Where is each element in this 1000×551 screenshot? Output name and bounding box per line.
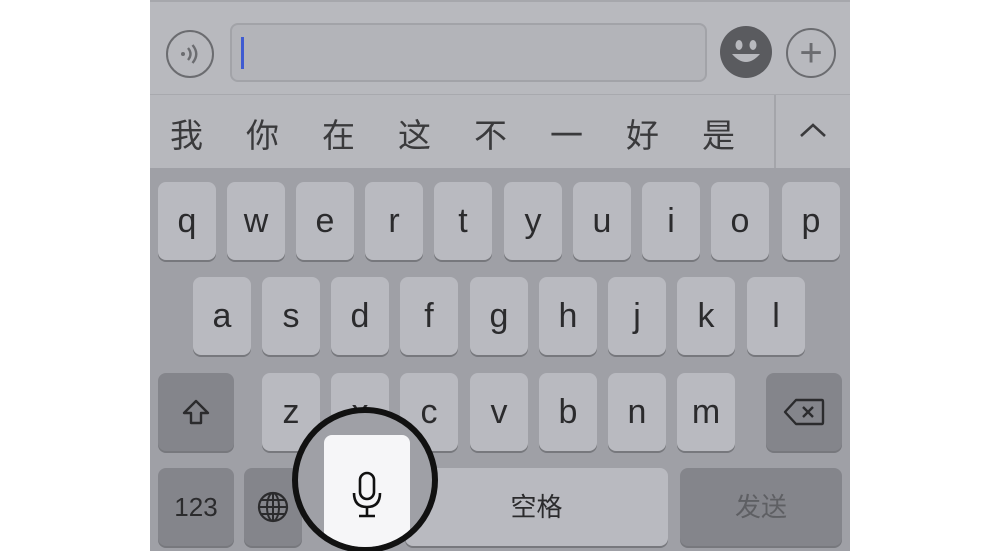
voice-wave-icon (181, 44, 198, 64)
key-q[interactable]: q (158, 182, 216, 260)
candidate-item[interactable]: 在 (322, 109, 355, 157)
key-label: 空格 (510, 492, 563, 522)
chat-input-bar: + (150, 0, 850, 94)
delete-icon (783, 398, 825, 426)
key-v[interactable]: v (470, 373, 528, 451)
shift-key[interactable] (158, 373, 234, 451)
key-u[interactable]: u (573, 182, 631, 260)
microphone-key[interactable] (324, 435, 410, 547)
candidate-item[interactable]: 这 (398, 109, 431, 157)
delete-key[interactable] (766, 373, 842, 451)
key-label: m (691, 393, 721, 431)
key-label: c (420, 393, 438, 431)
key-label: k (697, 297, 715, 335)
key-h[interactable]: h (539, 277, 597, 355)
globe-icon (257, 491, 289, 523)
key-label: n (627, 393, 647, 431)
key-g[interactable]: g (470, 277, 528, 355)
candidate-item[interactable]: 是 (702, 109, 735, 157)
add-attachment-button[interactable]: + (786, 28, 836, 78)
key-label: p (801, 202, 821, 240)
key-label: r (388, 202, 400, 240)
magnifier-highlight (292, 407, 438, 551)
key-label: h (558, 297, 578, 335)
ios-keyboard-screen: + 我 你 在 这 不 一 好 是 q w e r t y u i o p a … (150, 0, 850, 551)
key-w[interactable]: w (227, 182, 285, 260)
text-caret (241, 37, 244, 69)
key-i[interactable]: i (642, 182, 700, 260)
key-n[interactable]: n (608, 373, 666, 451)
key-o[interactable]: o (711, 182, 769, 260)
candidate-bar: 我 你 在 这 不 一 好 是 (150, 94, 850, 169)
plus-icon: + (799, 31, 823, 75)
key-label: i (667, 202, 675, 240)
key-label: q (177, 202, 197, 240)
key-e[interactable]: e (296, 182, 354, 260)
candidate-item[interactable]: 不 (474, 109, 507, 157)
voice-input-button[interactable] (166, 30, 214, 78)
key-label: a (212, 297, 232, 335)
key-m[interactable]: m (677, 373, 735, 451)
key-label: v (490, 393, 508, 431)
numbers-key[interactable]: 123 (158, 468, 234, 546)
key-label: s (282, 297, 300, 335)
candidate-item[interactable]: 你 (246, 109, 279, 157)
key-f[interactable]: f (400, 277, 458, 355)
key-label: l (772, 297, 780, 335)
key-k[interactable]: k (677, 277, 735, 355)
key-label: e (315, 202, 335, 240)
key-label: y (524, 202, 542, 240)
key-label: z (282, 393, 300, 431)
key-s[interactable]: s (262, 277, 320, 355)
key-p[interactable]: p (782, 182, 840, 260)
emoji-button[interactable] (720, 26, 772, 78)
key-l[interactable]: l (747, 277, 805, 355)
key-label: f (424, 297, 434, 335)
key-label: g (489, 297, 509, 335)
key-d[interactable]: d (331, 277, 389, 355)
expand-candidates-button[interactable] (790, 107, 836, 153)
key-label: d (350, 297, 370, 335)
keyboard: q w e r t y u i o p a s d f g h j k l z … (150, 168, 850, 551)
microphone-icon (352, 471, 382, 518)
key-label: u (592, 202, 612, 240)
key-t[interactable]: t (434, 182, 492, 260)
key-label: j (633, 297, 641, 335)
shift-icon (182, 399, 210, 425)
key-y[interactable]: y (504, 182, 562, 260)
key-label: 发送 (734, 492, 787, 522)
key-label: t (458, 202, 468, 240)
key-label: o (730, 202, 750, 240)
message-text-field[interactable] (230, 23, 707, 82)
candidate-item[interactable]: 好 (626, 109, 659, 157)
candidate-divider (774, 95, 776, 169)
candidate-item[interactable]: 一 (550, 109, 583, 157)
chevron-up-icon (800, 123, 826, 137)
candidate-item[interactable]: 我 (170, 109, 203, 157)
key-label: 123 (174, 492, 218, 522)
key-a[interactable]: a (193, 277, 251, 355)
key-b[interactable]: b (539, 373, 597, 451)
send-key[interactable]: 发送 (680, 468, 842, 546)
key-r[interactable]: r (365, 182, 423, 260)
emoji-face-icon (721, 27, 771, 77)
key-label: w (243, 202, 269, 240)
key-j[interactable]: j (608, 277, 666, 355)
key-label: b (558, 393, 578, 431)
space-key[interactable]: 空格 (405, 468, 668, 546)
